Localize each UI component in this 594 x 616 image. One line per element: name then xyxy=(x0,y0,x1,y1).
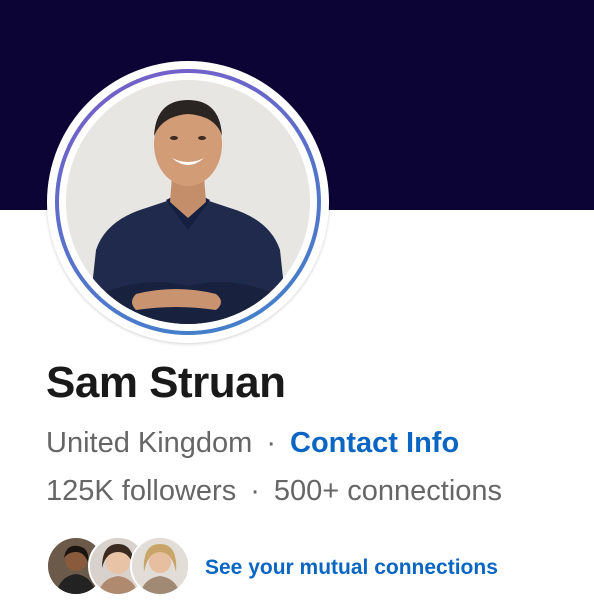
person-photo-icon xyxy=(66,80,310,324)
profile-card: Sam Struan United Kingdom · Contact Info 1… xyxy=(0,0,594,616)
person-avatar-icon xyxy=(132,538,188,594)
profile-photo xyxy=(66,80,310,324)
profile-location: United Kingdom xyxy=(46,427,253,459)
mutual-avatars xyxy=(46,536,190,596)
mutual-avatar-3 xyxy=(130,536,190,596)
mutual-connections-link[interactable]: See your mutual connections xyxy=(205,556,498,580)
connections-count: 500+ connections xyxy=(273,475,503,507)
contact-info-link[interactable]: Contact Info xyxy=(290,427,459,459)
followers-count: 125K followers xyxy=(46,475,237,507)
separator-dot: · xyxy=(250,475,260,507)
profile-avatar[interactable] xyxy=(47,61,329,343)
stats-row: 125K followers · 500+ connections xyxy=(46,475,502,508)
profile-name: Sam Struan xyxy=(46,358,286,407)
avatar-open-to-work-ring xyxy=(55,69,321,335)
mutual-connections[interactable]: See your mutual connections xyxy=(46,536,566,596)
location-row: United Kingdom · Contact Info xyxy=(46,427,459,460)
separator-dot: · xyxy=(266,427,277,459)
